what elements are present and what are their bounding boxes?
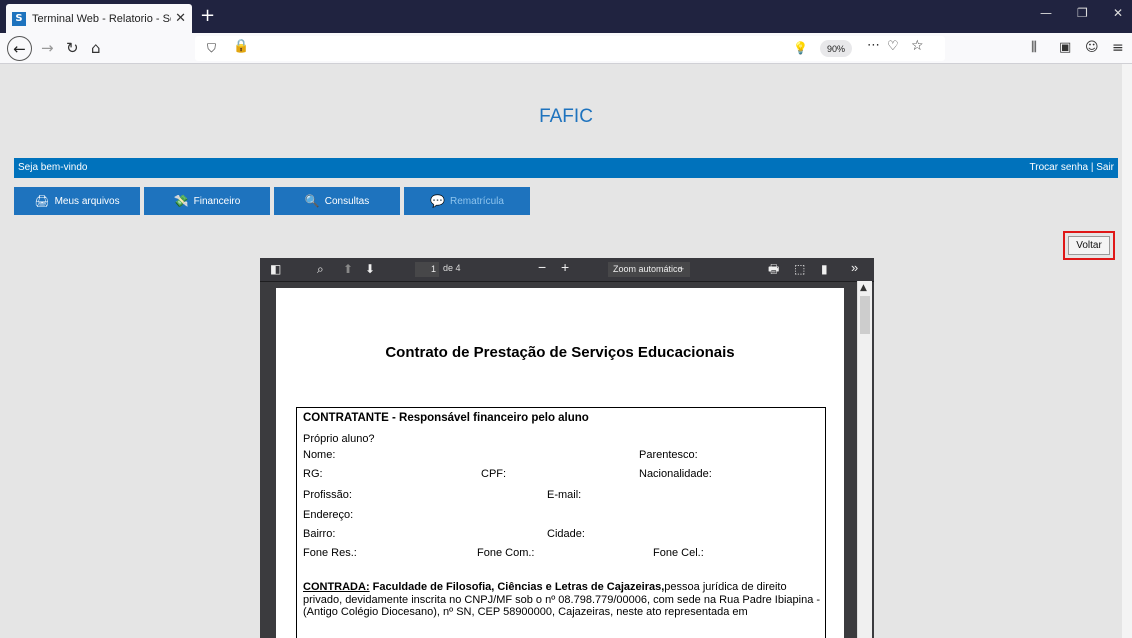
- zoom-select[interactable]: Zoom automático ÷: [608, 262, 690, 277]
- minimize-icon[interactable]: —: [1040, 6, 1052, 20]
- pocket-icon[interactable]: ♡: [887, 39, 899, 55]
- print-icon[interactable]: 🖶: [768, 262, 779, 276]
- chat-icon: 💬: [430, 194, 446, 208]
- section-header: CONTRATANTE - Responsável financeiro pel…: [303, 412, 589, 424]
- menu-label: Consultas: [324, 195, 370, 207]
- scrollbar-thumb[interactable]: [860, 296, 870, 334]
- new-tab-icon[interactable]: +: [200, 5, 215, 26]
- account-links[interactable]: Trocar senha | Sair: [1030, 158, 1114, 178]
- field-endereco: Endereço:: [303, 509, 354, 521]
- welcome-bar: Seja bem-vindo Trocar senha | Sair: [14, 158, 1118, 178]
- next-page-icon[interactable]: ⬇: [365, 262, 375, 276]
- bookmark-icon[interactable]: ▮: [821, 262, 828, 276]
- toggle-sidebar-icon[interactable]: ◧: [270, 262, 281, 276]
- zoom-out-icon[interactable]: −: [538, 260, 546, 274]
- back-button[interactable]: Voltar: [1068, 236, 1110, 255]
- restore-icon[interactable]: ❐: [1077, 6, 1088, 20]
- zoom-level-badge[interactable]: 90%: [820, 40, 852, 57]
- field-fone-res: Fone Res.:: [303, 547, 357, 559]
- menu-financeiro[interactable]: 💸 Financeiro: [144, 187, 270, 215]
- scroll-up-icon[interactable]: ▲: [860, 283, 867, 293]
- document-title: Contrato de Prestação de Serviços Educac…: [385, 344, 735, 361]
- tools-menu-icon[interactable]: »: [851, 261, 858, 275]
- field-parentesco: Parentesco:: [639, 449, 698, 461]
- pdf-toolbar: ◧ ⌕ ⬆ ⬇ 1 de 4 − + Zoom automático ÷ 🖶 ⬚…: [260, 258, 874, 282]
- menu-consultas[interactable]: 🔍 Consultas: [274, 187, 400, 215]
- close-window-icon[interactable]: ✕: [1113, 6, 1123, 20]
- printer-icon: 🖨: [34, 194, 50, 208]
- field-cidade: Cidade:: [547, 528, 585, 540]
- field-fone-com: Fone Com.:: [477, 547, 535, 559]
- search-icon: 🔍: [304, 194, 320, 208]
- contratada-paragraph: CONTRADA: Faculdade de Filosofia, Ciênci…: [303, 581, 825, 619]
- field-rg: RG:: [303, 468, 323, 480]
- browser-tab[interactable]: S Terminal Web - Relatorio - Sop ✕: [6, 4, 192, 33]
- menu-label: Meus arquivos: [54, 195, 120, 207]
- reload-icon[interactable]: ↻: [66, 40, 79, 56]
- tracking-shield-icon[interactable]: ⛉: [207, 40, 216, 56]
- menu-label: Financeiro: [193, 195, 241, 207]
- menu-label: Rematrícula: [450, 195, 504, 207]
- forward-arrow-icon[interactable]: →: [41, 40, 54, 56]
- field-bairro: Bairro:: [303, 528, 336, 540]
- money-icon: 💸: [173, 194, 189, 208]
- menu-meus-arquivos[interactable]: 🖨 Meus arquivos: [14, 187, 140, 215]
- page-number-input[interactable]: 1: [415, 262, 439, 277]
- field-proprio-aluno: Próprio aluno?: [303, 433, 375, 445]
- page-total: de 4: [443, 263, 461, 273]
- browser-navigation-bar: ← → ↻ ⌂ ⛉ 🔒 💡 ⋯ ♡ ☆ 90% ⫼ ▣ ☺ ≡: [0, 33, 1132, 64]
- zoom-select-arrow: ÷: [679, 264, 684, 274]
- highlight-box: Voltar: [1063, 231, 1115, 260]
- field-cpf: CPF:: [481, 468, 507, 480]
- zoom-select-value: Zoom automático: [613, 264, 683, 274]
- home-icon[interactable]: ⌂: [91, 40, 101, 56]
- close-tab-icon[interactable]: ✕: [175, 11, 186, 26]
- field-profissao: Profissão:: [303, 489, 352, 501]
- menu-rematricula[interactable]: 💬 Rematrícula: [404, 187, 530, 215]
- field-nacionalidade: Nacionalidade:: [639, 468, 712, 480]
- browser-tab-strip: S Terminal Web - Relatorio - Sop ✕ + — ❐…: [0, 0, 1132, 33]
- download-icon[interactable]: ⬚: [794, 262, 805, 276]
- page-title: FAFIC: [539, 106, 593, 127]
- contratante-box: CONTRATANTE - Responsável financeiro pel…: [296, 407, 826, 638]
- pdf-scrollbar[interactable]: ▲: [857, 281, 872, 638]
- previous-page-icon[interactable]: ⬆: [343, 262, 353, 276]
- account-icon[interactable]: ☺: [1085, 40, 1099, 56]
- bookmark-star-icon[interactable]: ☆: [911, 38, 924, 54]
- contratada-label: CONTRADA:: [303, 581, 370, 593]
- welcome-text: Seja bem-vindo: [18, 162, 88, 173]
- site-favicon-icon: S: [12, 11, 26, 26]
- page-actions-icon[interactable]: ⋯: [867, 38, 880, 54]
- lightbulb-icon[interactable]: 💡: [793, 40, 808, 56]
- find-icon[interactable]: ⌕: [317, 262, 324, 276]
- pdf-page: Contrato de Prestação de Serviços Educac…: [276, 288, 844, 638]
- library-icon[interactable]: ⫼: [1031, 40, 1037, 56]
- insecure-lock-icon[interactable]: 🔒: [233, 39, 249, 55]
- tab-title: Terminal Web - Relatorio - Sop: [32, 12, 172, 25]
- field-email: E-mail:: [547, 489, 582, 501]
- contratada-name: Faculdade de Filosofia, Ciências e Letra…: [372, 581, 665, 593]
- zoom-in-icon[interactable]: +: [561, 260, 569, 274]
- sidebar-icon[interactable]: ▣: [1059, 40, 1071, 56]
- menu-hamburger-icon[interactable]: ≡: [1112, 40, 1124, 56]
- field-fone-cel: Fone Cel.:: [653, 547, 704, 559]
- back-arrow-icon[interactable]: ←: [7, 36, 32, 61]
- page-scrollbar[interactable]: [1122, 64, 1132, 638]
- field-nome: Nome:: [303, 449, 336, 461]
